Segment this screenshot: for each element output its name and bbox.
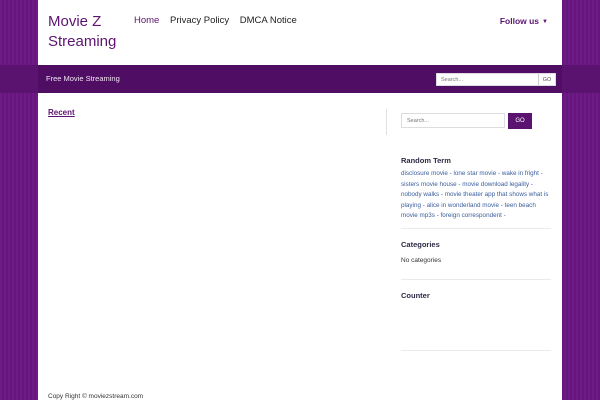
categories-empty-text: No categories: [401, 257, 442, 264]
categories-title: Categories: [401, 240, 440, 249]
caret-down-icon: ▼: [542, 18, 548, 25]
sub-bar: Free Movie Streaming GO: [0, 65, 600, 93]
random-term-link[interactable]: alice in wonderland movie: [427, 202, 499, 209]
main-content: Recent GO Random Term disclosure movie -…: [38, 93, 562, 383]
term-separator: -: [538, 170, 543, 177]
nav-item-home[interactable]: Home: [134, 15, 159, 26]
sub-bar-inner: Free Movie Streaming GO: [38, 65, 562, 93]
random-term-link[interactable]: wake in fright: [502, 170, 539, 177]
nav-item-privacy-policy[interactable]: Privacy Policy: [170, 15, 229, 26]
follow-us-label: Follow us: [499, 16, 540, 26]
widget-divider: [401, 279, 551, 280]
top-search-form: GO: [436, 73, 556, 86]
content-divider: [386, 109, 387, 135]
site-title[interactable]: Movie Z Streaming: [48, 12, 128, 52]
site-header: Movie Z Streaming Home Privacy Policy DM…: [38, 0, 562, 65]
random-term-link[interactable]: sisters movie house: [401, 181, 457, 188]
random-term-link[interactable]: foreign correspondent: [441, 212, 502, 219]
random-term-list: disclosure movie - lone star movie - wak…: [401, 169, 551, 222]
main-nav: Home Privacy Policy DMCA Notice: [134, 15, 305, 26]
top-search-input[interactable]: [437, 74, 538, 85]
random-term-link[interactable]: movie download legality: [462, 181, 529, 188]
top-search-button[interactable]: GO: [538, 74, 555, 85]
site-footer: Copy Right © moviezstream.com: [38, 383, 562, 400]
term-separator: -: [529, 180, 533, 188]
term-separator: -: [501, 212, 506, 219]
random-term-link[interactable]: nobody walks: [401, 191, 439, 198]
counter-title: Counter: [401, 291, 430, 300]
random-term-link[interactable]: lone star movie: [454, 170, 497, 177]
sidebar-search-form: GO: [401, 113, 532, 129]
sidebar-search-input[interactable]: [401, 113, 505, 128]
recent-link[interactable]: Recent: [48, 108, 75, 117]
tagline: Free Movie Streaming: [46, 74, 120, 83]
random-term-title: Random Term: [401, 156, 451, 165]
follow-us-dropdown[interactable]: Follow us ▼: [500, 16, 548, 26]
nav-item-dmca-notice[interactable]: DMCA Notice: [240, 15, 297, 26]
sidebar-search-button[interactable]: GO: [508, 113, 532, 129]
copyright-text: Copy Right © moviezstream.com: [48, 393, 144, 400]
random-term-link[interactable]: disclosure movie: [401, 170, 448, 177]
widget-divider: [401, 350, 551, 351]
widget-divider: [401, 228, 551, 229]
